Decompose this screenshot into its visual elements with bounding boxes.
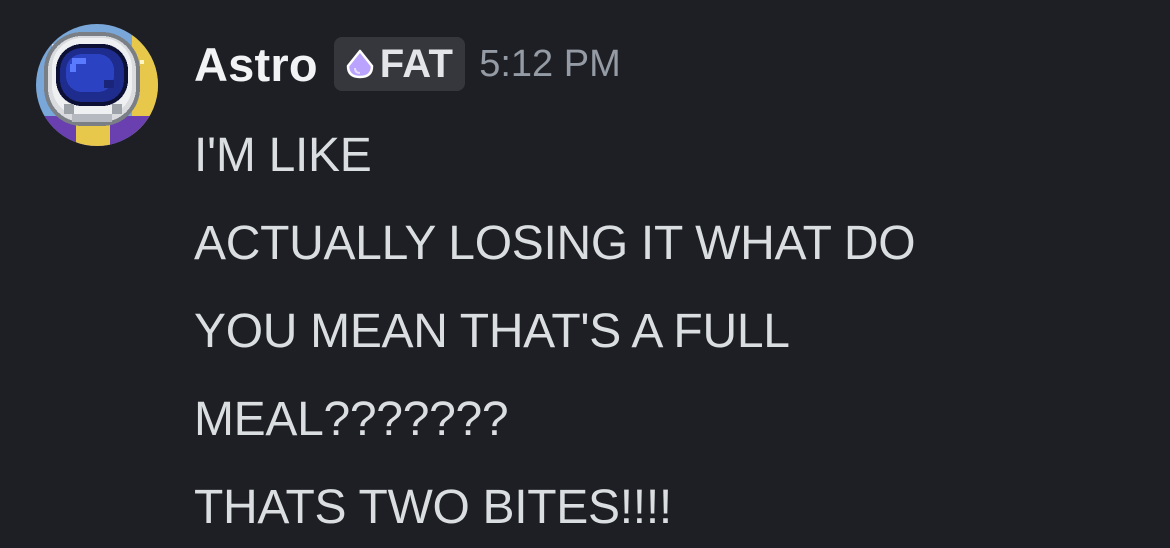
message-timestamp[interactable]: 5:12 PM bbox=[479, 43, 621, 86]
pixel-astronaut-helmet-icon bbox=[36, 24, 158, 146]
message-line: ACTUALLY LOSING IT WHAT DO bbox=[194, 217, 916, 270]
message-content: I'M LIKE ACTUALLY LOSING IT WHAT DO YOU … bbox=[194, 112, 1134, 548]
server-tag-label: FAT bbox=[379, 41, 454, 86]
message-line: THATS TWO BITES!!!! bbox=[194, 481, 672, 534]
message-line: I'M LIKE bbox=[194, 129, 372, 182]
user-avatar[interactable] bbox=[36, 24, 158, 146]
chat-message: Astro FAT 5:12 PM I'M LIKE ACTUALLY LOSI… bbox=[0, 0, 1170, 548]
purple-gem-icon bbox=[346, 49, 373, 79]
message-line: MEAL??????? bbox=[194, 393, 509, 446]
message-header: Astro FAT 5:12 PM bbox=[194, 36, 621, 92]
server-tag-badge[interactable]: FAT bbox=[333, 37, 466, 91]
username[interactable]: Astro bbox=[194, 37, 318, 92]
message-line: YOU MEAN THAT'S A FULL bbox=[194, 305, 790, 358]
